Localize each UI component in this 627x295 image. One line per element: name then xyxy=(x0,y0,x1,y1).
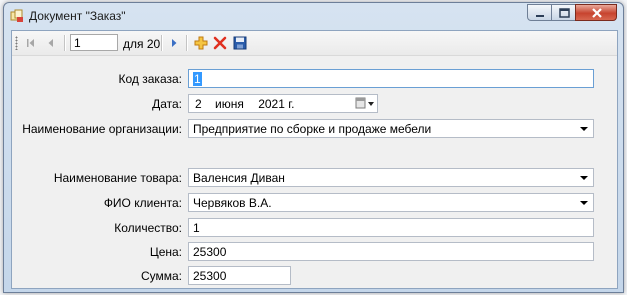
delete-icon xyxy=(213,36,227,50)
product-label: Наименование товара: xyxy=(53,171,182,185)
date-picker[interactable]: 2 июня 2021 г. xyxy=(188,94,378,113)
client-value: Червяков В.А. xyxy=(193,196,272,210)
client-label: ФИО клиента: xyxy=(103,196,182,210)
toolbar-separator xyxy=(161,35,163,51)
document-icon xyxy=(10,9,24,23)
total-value: 25300 xyxy=(193,269,227,283)
order-code-label: Код заказа: xyxy=(118,72,182,86)
client-label-wrap: ФИО клиента: xyxy=(12,196,182,212)
organization-combobox[interactable]: Предприятие по сборке и продаже мебели xyxy=(188,119,594,138)
move-previous-icon xyxy=(48,39,53,47)
window-title: Документ "Заказ" xyxy=(29,9,126,23)
quantity-field[interactable]: 1 xyxy=(188,218,594,237)
chevron-down-icon[interactable] xyxy=(580,176,588,180)
date-label: Дата: xyxy=(152,97,182,111)
order-code-label-wrap: Код заказа: xyxy=(12,72,182,88)
move-next-button[interactable] xyxy=(165,34,183,52)
organization-value: Предприятие по сборке и продаже мебели xyxy=(193,122,432,136)
price-value: 25300 xyxy=(193,245,227,259)
calendar-dropdown-button[interactable] xyxy=(355,97,377,110)
record-count-label: для 20 xyxy=(123,37,161,51)
organization-label: Наименование организации: xyxy=(22,122,182,136)
toolbar-separator xyxy=(64,35,66,51)
total-field[interactable]: 25300 xyxy=(188,266,291,285)
delete-button[interactable] xyxy=(211,34,229,52)
minimize-button[interactable] xyxy=(527,4,552,21)
date-year[interactable]: 2021 г. xyxy=(258,97,294,111)
price-label: Цена: xyxy=(149,245,182,259)
order-document-window: Документ "Заказ" 1 для 20 Код заказа: 1 … xyxy=(3,2,624,293)
chevron-down-icon[interactable] xyxy=(580,127,588,131)
maximize-icon xyxy=(559,8,570,18)
title-bar[interactable]: Документ "Заказ" xyxy=(4,3,623,29)
order-code-value: 1 xyxy=(193,72,202,86)
quantity-value: 1 xyxy=(193,221,200,235)
save-button[interactable] xyxy=(231,34,249,52)
client-combobox[interactable]: Червяков В.А. xyxy=(188,193,594,212)
close-button[interactable] xyxy=(575,4,617,21)
toolbar-grip[interactable] xyxy=(15,36,18,50)
move-first-icon xyxy=(27,39,34,47)
position-input[interactable]: 1 xyxy=(70,34,118,51)
calendar-icon xyxy=(355,97,374,109)
order-code-field[interactable]: 1 xyxy=(188,69,594,88)
toolbar-separator xyxy=(186,35,188,51)
add-new-button[interactable] xyxy=(192,34,210,52)
maximize-button[interactable] xyxy=(551,4,576,21)
quantity-label-wrap: Количество: xyxy=(12,221,182,237)
move-next-icon xyxy=(172,39,177,47)
total-label: Сумма: xyxy=(140,269,182,283)
add-new-icon xyxy=(194,36,208,50)
chevron-down-icon[interactable] xyxy=(580,201,588,205)
move-previous-button[interactable] xyxy=(42,34,60,52)
move-first-button[interactable] xyxy=(22,34,40,52)
minimize-icon xyxy=(536,15,544,17)
date-day[interactable]: 2 xyxy=(195,97,202,111)
close-icon xyxy=(592,8,602,18)
price-field[interactable]: 25300 xyxy=(188,242,594,261)
form-client-area: 1 для 20 Код заказа: 1 Дата: 2 июня 2021… xyxy=(11,30,618,289)
product-label-wrap: Наименование товара: xyxy=(12,171,182,187)
organization-label-wrap: Наименование организации: xyxy=(12,122,182,138)
price-label-wrap: Цена: xyxy=(12,245,182,261)
date-month[interactable]: июня xyxy=(215,97,244,111)
save-icon xyxy=(233,36,247,50)
desktop: Документ "Заказ" 1 для 20 Код заказа: 1 … xyxy=(0,0,627,295)
quantity-label: Количество: xyxy=(114,221,182,235)
binding-navigator: 1 для 20 xyxy=(12,31,617,56)
date-label-wrap: Дата: xyxy=(12,97,182,113)
total-label-wrap: Сумма: xyxy=(12,269,182,285)
product-value: Валенсия Диван xyxy=(193,171,285,185)
product-combobox[interactable]: Валенсия Диван xyxy=(188,168,594,187)
